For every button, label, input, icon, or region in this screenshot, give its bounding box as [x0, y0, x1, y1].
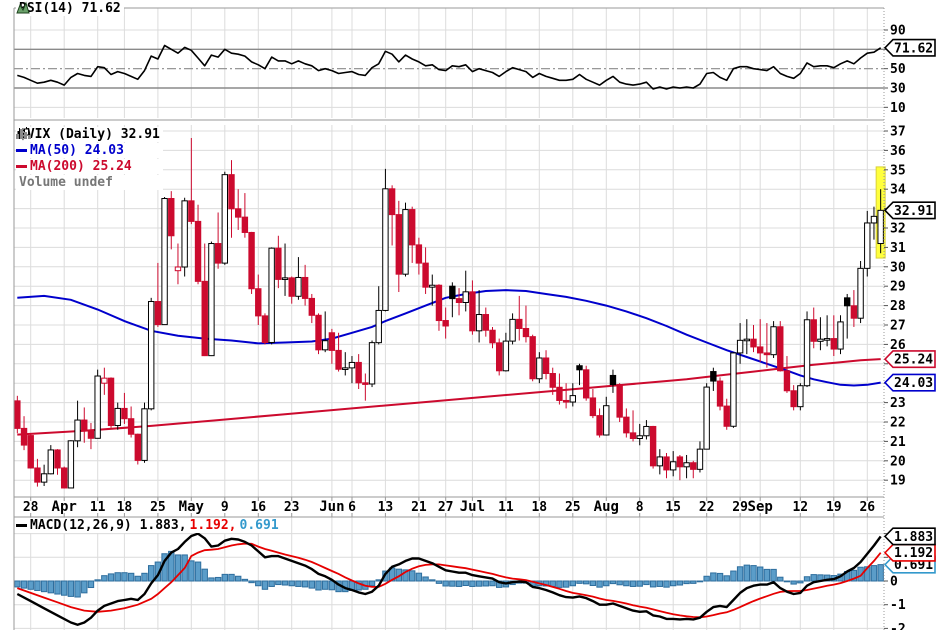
macd-signal-value: 1.192, [190, 518, 237, 533]
y-axis-tick-label: 27 [890, 319, 906, 334]
rsi-legend-label: RSI(14) 71.62 [19, 1, 121, 16]
y-axis-tick-label: 21 [890, 435, 906, 450]
y-axis-tick-label: 34 [890, 183, 906, 198]
y-axis-tick-label: 30 [890, 81, 906, 96]
y-axis-tick-label: 19 [890, 474, 906, 489]
y-axis-tick-label: -1 [890, 598, 906, 613]
y-axis-tick-label: 30 [890, 260, 906, 275]
y-axis-tick-label: 22 [890, 416, 906, 431]
y-axis-tick-label: 36 [890, 144, 906, 159]
y-axis-tick-label: 31 [890, 241, 906, 256]
ma50-line-icon [16, 149, 27, 152]
macd-line-icon [16, 524, 27, 527]
y-axis-tick-label: 23 [890, 396, 906, 411]
volume-label: Volume undef [19, 175, 113, 190]
y-axis-tick-label: 37 [890, 125, 906, 140]
y-axis-tick-label: 35 [890, 163, 906, 178]
close-value-callout: 32.91 [894, 204, 933, 219]
ma200-value-callout: 25.24 [894, 353, 933, 368]
stockchart-window: 28Apr111825May91623Jun6132127Jul111825Au… [0, 0, 936, 630]
y-axis-tick-label: 32 [890, 222, 906, 237]
y-axis-tick-label: 50 [890, 62, 906, 77]
price-legend: $VIX (Daily) 32.91 MA(50) 24.03 MA(200) … [16, 127, 163, 190]
rsi-value-callout: 71.62 [894, 41, 933, 56]
macd-hist-value: 0.691 [240, 518, 279, 533]
y-axis-tick-label: 10 [890, 101, 906, 116]
chart-plot-area[interactable] [14, 8, 884, 630]
y-axis-tick-label: 90 [890, 23, 906, 38]
y-axis-tick-label: -2 [890, 622, 906, 630]
ma200-line-icon [16, 165, 27, 168]
macd-value-callout: 1.883 [894, 530, 933, 545]
ma200-label: MA(200) 25.24 [30, 159, 132, 174]
rsi-legend: RSI(14) 71.62 [16, 1, 124, 16]
y-axis-tick-label: 0 [890, 575, 898, 590]
symbol-label: $VIX (Daily) 32.91 [19, 127, 160, 142]
y-axis-tick-label: 20 [890, 454, 906, 469]
ma50-value-callout: 24.03 [894, 376, 933, 391]
macd-signal-callout: 1.192 [894, 546, 933, 561]
stockchart-svg: 28Apr111825May91623Jun6132127Jul111825Au… [0, 0, 936, 630]
y-axis-tick-label: 29 [890, 280, 906, 295]
macd-legend: MACD(12,26,9) 1.883, 1.192, 0.691 [16, 518, 282, 533]
y-axis-tick-label: 28 [890, 299, 906, 314]
ma50-label: MA(50) 24.03 [30, 143, 124, 158]
macd-label: MACD(12,26,9) 1.883, [30, 518, 187, 533]
